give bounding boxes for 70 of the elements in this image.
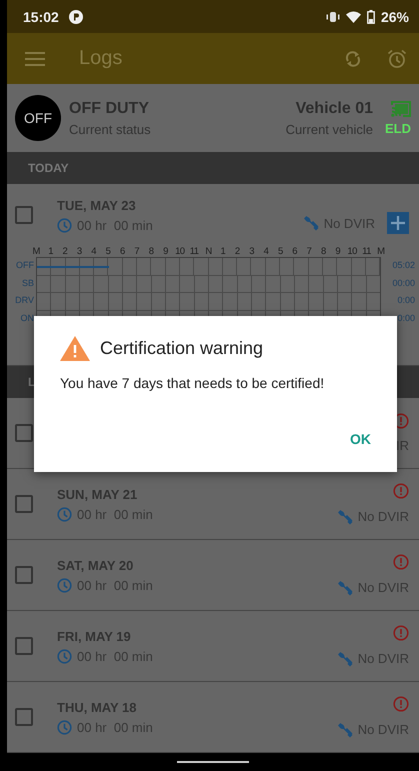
- clock-icon: [57, 648, 72, 664]
- log-checkbox[interactable]: [15, 206, 33, 224]
- warning-icon: [60, 336, 90, 361]
- hour-label: 3: [76, 246, 83, 257]
- hour-label: 7: [133, 246, 140, 257]
- wrench-icon: [336, 720, 354, 738]
- log-checkbox[interactable]: [15, 495, 33, 513]
- hour-label: 2: [62, 246, 68, 257]
- hour-label: 4: [262, 246, 270, 257]
- hour-label: M: [32, 246, 41, 257]
- duty-label: OFF: [15, 259, 35, 272]
- log-checkbox[interactable]: [15, 566, 33, 584]
- hour-label: 11: [361, 246, 372, 257]
- hour-label: 8: [320, 246, 327, 257]
- duty-label: ON: [20, 312, 35, 324]
- menu-icon[interactable]: [25, 52, 45, 66]
- clock-icon: [57, 506, 72, 522]
- status-time: 15:02: [23, 8, 59, 24]
- wrench-icon: [336, 508, 354, 526]
- clock-icon: [57, 720, 72, 734]
- battery-percent: 26%: [380, 8, 409, 24]
- dialog-title: Certification warning: [100, 338, 264, 359]
- hour-label: 3: [248, 246, 256, 257]
- hour-label: 11: [188, 246, 200, 257]
- wrench-icon: [302, 214, 320, 232]
- cast-icon[interactable]: [391, 100, 411, 117]
- eld-label: ELD: [385, 121, 411, 136]
- clock-icon: [57, 578, 72, 592]
- alarm-icon[interactable]: [387, 48, 407, 68]
- hour-label: N: [204, 246, 213, 257]
- hour-label: 6: [118, 246, 126, 257]
- ok-button[interactable]: OK: [342, 427, 379, 451]
- current-status: OFF DUTY: [69, 100, 150, 118]
- hour-label: 6: [291, 246, 298, 257]
- hour-label: 10: [346, 246, 358, 257]
- clock-icon: [57, 218, 72, 232]
- duty-total: 0:00: [396, 294, 416, 307]
- hour-label: M: [376, 246, 386, 257]
- duty-label: DRV: [14, 294, 35, 307]
- hour-label: 4: [90, 246, 98, 257]
- log-checkbox[interactable]: [15, 708, 33, 726]
- duty-label: SB: [20, 276, 35, 290]
- duty-total: 0:00: [396, 312, 416, 324]
- duty-total: 00:00: [391, 276, 416, 290]
- section-header: TODAY: [7, 152, 419, 184]
- wrench-icon: [336, 578, 354, 596]
- hour-label: 8: [148, 246, 155, 257]
- hour-label: 5: [104, 246, 112, 257]
- hour-label: 10: [174, 246, 186, 257]
- hour-label: 2: [234, 246, 241, 257]
- duty-total: 05:02: [391, 259, 416, 272]
- battery-icon: [366, 10, 375, 24]
- wrench-icon: [336, 650, 354, 668]
- status-badge: OFF: [15, 95, 61, 141]
- hour-label: 5: [276, 246, 284, 257]
- add-button[interactable]: [387, 212, 409, 234]
- vehicle-name: Vehicle 01: [296, 100, 373, 118]
- hour-label: 9: [162, 246, 169, 257]
- hour-label: 1: [47, 246, 54, 257]
- hour-label: 7: [306, 246, 312, 257]
- plus-icon: [391, 216, 405, 230]
- app-notification-icon: [68, 10, 83, 24]
- hour-label: 9: [334, 246, 342, 257]
- vibrate-icon: [326, 10, 340, 22]
- hour-label: 1: [220, 246, 226, 257]
- app-title: Logs: [79, 47, 122, 70]
- wifi-icon: [346, 10, 361, 22]
- sync-icon[interactable]: [345, 50, 361, 68]
- dialog-message: You have 7 days that needs to be certified!: [60, 375, 326, 391]
- log-checkbox[interactable]: [15, 637, 33, 655]
